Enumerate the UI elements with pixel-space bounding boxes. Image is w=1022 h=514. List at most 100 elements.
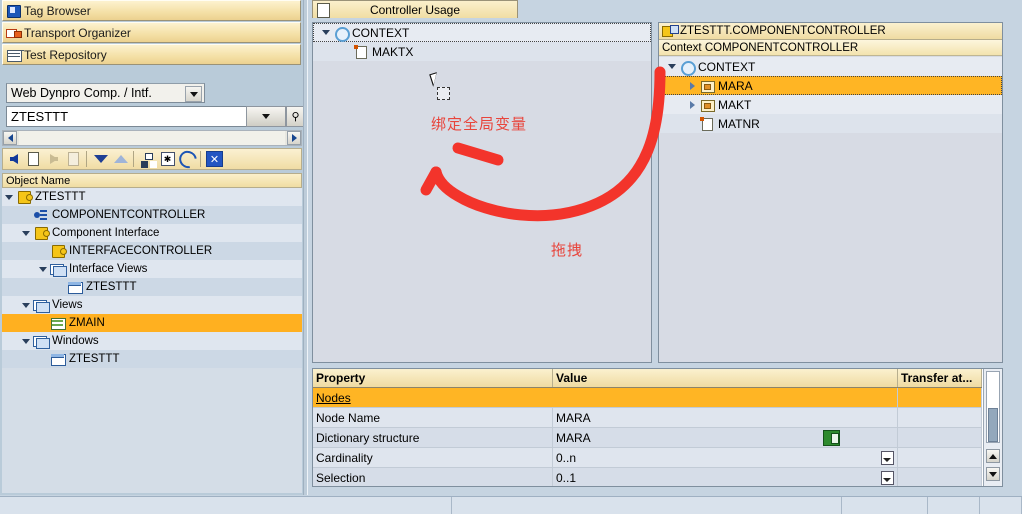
property-transfer[interactable]: [898, 408, 982, 427]
goto-icon[interactable]: [823, 429, 840, 446]
expander-down-icon[interactable]: [19, 332, 33, 350]
collapse-up-icon[interactable]: [111, 150, 130, 168]
refresh-icon[interactable]: [175, 146, 200, 172]
property-group-spacer: [553, 388, 898, 407]
tree-item-componentcontroller[interactable]: COMPONENTCONTROLLER: [2, 206, 302, 224]
context-cc-item-makt[interactable]: MAKT: [659, 95, 1002, 114]
tag-icon: [6, 4, 22, 18]
object-name-input[interactable]: ZTESTTT: [6, 106, 246, 127]
nav-button-test-repository[interactable]: Test Repository: [2, 44, 301, 65]
scroll-left-button[interactable]: [3, 131, 17, 145]
nav-button-tag-browser[interactable]: Tag Browser: [2, 0, 301, 21]
tree-item-windows[interactable]: Windows: [2, 332, 302, 350]
context-cc-item-mara[interactable]: MARA: [659, 76, 1002, 95]
property-transfer[interactable]: [823, 428, 982, 447]
property-value[interactable]: MARA: [553, 428, 898, 447]
expander-down-icon[interactable]: [19, 224, 33, 242]
tree-item-interfacecontroller[interactable]: INTERFACECONTROLLER: [2, 242, 302, 260]
property-row[interactable]: Dictionary structure MARA: [313, 428, 982, 448]
scrollbar-track[interactable]: [19, 131, 285, 145]
object-type-combobox[interactable]: Web Dynpro Comp. / Intf.: [6, 83, 205, 103]
tree-item-label: INTERFACECONTROLLER: [69, 245, 213, 257]
forward-arrow-icon[interactable]: [44, 150, 63, 168]
puzzle-icon: [33, 226, 50, 240]
expander-down-icon[interactable]: [2, 188, 16, 206]
back-arrow-icon[interactable]: [4, 150, 23, 168]
scrollbar-track[interactable]: [986, 371, 1000, 443]
scrollbar-thumb[interactable]: [988, 408, 998, 442]
expander-down-icon[interactable]: [36, 260, 50, 278]
node-icon: [699, 98, 715, 112]
drag-cursor-icon: [429, 72, 459, 103]
property-table-header: Property Value Transfer at...: [313, 369, 982, 388]
property-row[interactable]: Selection 0..1: [313, 468, 982, 486]
property-transfer[interactable]: [898, 468, 982, 486]
expander-down-icon[interactable]: [665, 58, 679, 76]
context-item-label: MARA: [718, 78, 753, 93]
context-panel-view: Context ZMAIN CONTEXTMAKTX 绑定全局变量 拖拽: [312, 22, 652, 363]
tree-item-label: Windows: [52, 335, 99, 347]
tree-item-views[interactable]: Views: [2, 296, 302, 314]
context-cc-item-matnr[interactable]: MATNR: [659, 114, 1002, 133]
property-group-spacer: [898, 388, 982, 407]
tree-item-ztesttt[interactable]: ZTESTTT: [2, 278, 302, 296]
status-segment-message: [0, 497, 452, 514]
object-tree-header: Object Name: [2, 173, 302, 188]
views-icon: [50, 262, 67, 277]
hierarchy-icon[interactable]: [138, 150, 157, 168]
context-component-controller-tree[interactable]: CONTEXT MARA MAKT MATNR: [659, 57, 1002, 133]
value-picker-icon[interactable]: [881, 451, 894, 465]
property-row[interactable]: Cardinality 0..n: [313, 448, 982, 468]
scroll-down-button[interactable]: [986, 467, 1000, 481]
views-icon: [33, 298, 50, 313]
property-name: Selection: [313, 468, 553, 486]
tab-label: Controller Usage: [369, 2, 461, 17]
context-item-label: CONTEXT: [352, 25, 410, 40]
property-value[interactable]: 0..1: [553, 468, 898, 486]
expander-down-icon[interactable]: [319, 24, 333, 42]
property-value[interactable]: MARA: [553, 408, 898, 427]
filter-page-icon[interactable]: ✱: [158, 150, 177, 168]
node-icon: [699, 79, 715, 93]
context-cc-item-context[interactable]: CONTEXT: [659, 57, 1002, 76]
close-icon[interactable]: ✕: [205, 150, 224, 168]
status-segment-mode: [928, 497, 980, 514]
tree-item-ztesttt[interactable]: ZTESTTT: [2, 188, 302, 206]
object-name-dropdown-button[interactable]: [246, 106, 286, 127]
property-vertical-scrollbar[interactable]: [983, 369, 1002, 486]
property-row[interactable]: Node Name MARA: [313, 408, 982, 428]
property-value[interactable]: 0..n: [553, 448, 898, 467]
tree-item-ztesttt[interactable]: ZTESTTT: [2, 350, 302, 368]
value-picker-icon[interactable]: [881, 471, 894, 485]
nav-button-transport-organizer[interactable]: Transport Organizer: [2, 22, 301, 43]
horizontal-scrollbar[interactable]: [2, 130, 302, 146]
expander-right-icon[interactable]: [685, 96, 699, 114]
tree-item-component-interface[interactable]: Component Interface: [2, 224, 302, 242]
forward-page-icon[interactable]: [64, 150, 83, 168]
scroll-up-button[interactable]: [986, 449, 1000, 463]
left-panel: Tag Browser Transport Organizer Test Rep…: [0, 0, 305, 495]
context-view-item-context[interactable]: CONTEXT: [313, 23, 651, 42]
bind-global-variable-note: 绑定全局变量: [431, 115, 528, 133]
tab-controller-usage[interactable]: Controller Usage: [312, 0, 518, 18]
views-icon: [33, 334, 50, 349]
column-header-property: Property: [313, 369, 553, 387]
scroll-right-button[interactable]: [287, 131, 301, 145]
object-tree[interactable]: ZTESTTT COMPONENTCONTROLLER Component Inte…: [2, 188, 302, 493]
tree-item-interface-views[interactable]: Interface Views: [2, 260, 302, 278]
property-group-label: Nodes: [316, 390, 351, 405]
expander-right-icon[interactable]: [685, 77, 699, 95]
expander-down-icon[interactable]: [19, 296, 33, 314]
context-view-tree[interactable]: CONTEXT MAKTX: [313, 23, 651, 61]
chevron-down-icon[interactable]: [185, 86, 202, 102]
tree-item-zmain[interactable]: ZMAIN: [2, 314, 302, 332]
expand-down-icon[interactable]: [91, 150, 110, 168]
back-page-icon[interactable]: [24, 150, 43, 168]
context-view-item-maktx[interactable]: MAKTX: [313, 42, 651, 61]
property-group-row[interactable]: Nodes: [313, 388, 982, 408]
tree-item-label: ZMAIN: [69, 317, 105, 329]
property-transfer[interactable]: [898, 448, 982, 467]
